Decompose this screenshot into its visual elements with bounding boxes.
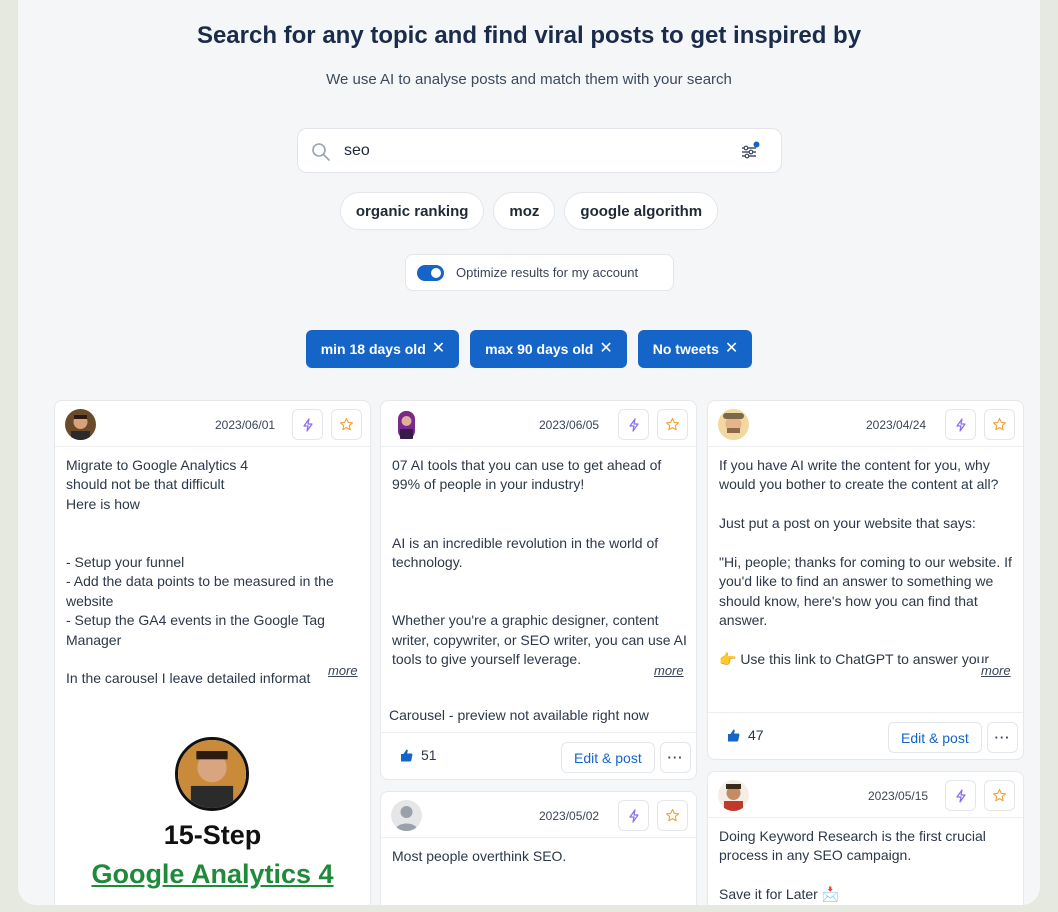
post-card: 2023/04/24 If you have AI write the cont… <box>707 400 1024 760</box>
lightning-icon <box>955 788 966 803</box>
favorite-button[interactable] <box>657 800 688 831</box>
avatar[interactable] <box>391 800 422 831</box>
post-card: 2023/06/05 07 AI tools that you can use … <box>380 400 697 780</box>
card-footer: 51 Edit & post ··· <box>381 732 696 779</box>
post-date: 2023/05/02 <box>539 809 600 823</box>
more-link[interactable]: more <box>648 663 684 678</box>
lightning-button[interactable] <box>618 800 649 831</box>
carousel-preview: 15-Step Google Analytics 4 <box>55 721 370 905</box>
post-card: 2023/05/15 Doing Keyword Research is the… <box>707 771 1024 905</box>
lightning-icon <box>628 417 639 432</box>
thumbs-up-icon <box>401 749 413 761</box>
star-icon <box>992 788 1007 802</box>
card-header: 2023/06/01 <box>55 401 370 447</box>
active-filters: min 18 days old ✕ max 90 days old ✕ No t… <box>18 330 1040 368</box>
chip-google-algorithm[interactable]: google algorithm <box>564 192 719 230</box>
post-card: 2023/05/02 Most people overthink SEO. <box>380 791 697 905</box>
post-text: Doing Keyword Research is the first cruc… <box>719 828 986 903</box>
filter-icon[interactable] <box>739 141 761 163</box>
card-header: 2023/05/15 <box>708 772 1023 818</box>
app-frame: Search for any topic and find viral post… <box>0 0 1058 912</box>
chip-organic-ranking[interactable]: organic ranking <box>339 192 485 230</box>
preview-avatar <box>175 737 249 811</box>
optimize-label: Optimize results for my account <box>456 265 639 280</box>
card-header: 2023/05/02 <box>381 792 696 838</box>
favorite-button[interactable] <box>331 409 362 440</box>
search-icon <box>312 143 330 161</box>
card-header: 2023/06/05 <box>381 401 696 447</box>
star-icon <box>992 417 1007 431</box>
optimize-toggle[interactable] <box>417 264 444 281</box>
close-icon[interactable]: ✕ <box>725 341 738 357</box>
avatar[interactable] <box>718 780 749 811</box>
avatar[interactable] <box>65 409 96 440</box>
more-link[interactable]: more <box>975 663 1011 678</box>
post-text: Migrate to Google Analytics 4 should not… <box>66 457 334 684</box>
favorite-button[interactable] <box>984 780 1015 811</box>
star-icon <box>339 417 354 431</box>
filter-max-days[interactable]: max 90 days old ✕ <box>470 330 627 368</box>
more-dots-icon[interactable]: ··· <box>660 742 691 773</box>
edit-post-button[interactable]: Edit & post <box>561 742 655 773</box>
more-link[interactable]: more <box>322 663 358 678</box>
preview-subtitle: Google Analytics 4 <box>91 859 334 889</box>
filter-max-days-label: max 90 days old <box>485 341 594 357</box>
filter-no-tweets[interactable]: No tweets ✕ <box>637 330 753 368</box>
post-text: If you have AI write the content for you… <box>719 457 1012 668</box>
likes-count: 47 <box>748 727 764 743</box>
lightning-button[interactable] <box>945 780 976 811</box>
lightning-icon <box>628 808 639 823</box>
card-header: 2023/04/24 <box>708 401 1023 447</box>
lightning-button[interactable] <box>618 409 649 440</box>
star-icon <box>665 808 680 822</box>
chip-moz[interactable]: moz <box>493 192 556 230</box>
star-icon <box>665 417 680 431</box>
thumbs-up-icon <box>728 729 740 741</box>
search-bar <box>297 128 782 173</box>
likes: 47 <box>726 727 764 743</box>
post-date: 2023/04/24 <box>866 418 927 432</box>
post-card: 2023/06/01 Migrate to Google Analytics 4… <box>54 400 371 905</box>
likes-count: 51 <box>421 747 437 763</box>
favorite-button[interactable] <box>984 409 1015 440</box>
close-icon[interactable]: ✕ <box>432 341 445 357</box>
page-title: Search for any topic and find viral post… <box>196 22 862 49</box>
close-icon[interactable]: ✕ <box>599 341 612 357</box>
post-text: 07 AI tools that you can use to get ahea… <box>392 457 687 668</box>
post-text: Most people overthink SEO. <box>392 848 567 864</box>
page-subtitle: We use AI to analyse posts and match the… <box>326 71 732 88</box>
preview-title: 15-Step <box>163 820 262 850</box>
avatar[interactable] <box>391 409 422 440</box>
likes: 51 <box>399 747 437 763</box>
lightning-icon <box>955 417 966 432</box>
search-input[interactable] <box>344 139 724 163</box>
avatar[interactable] <box>718 409 749 440</box>
post-date: 2023/05/15 <box>868 789 929 803</box>
page: Search for any topic and find viral post… <box>18 0 1040 905</box>
filter-min-days[interactable]: min 18 days old ✕ <box>305 330 460 368</box>
post-date: 2023/06/05 <box>539 418 600 432</box>
filter-no-tweets-label: No tweets <box>652 341 719 357</box>
lightning-icon <box>302 417 313 432</box>
carousel-note: Carousel - preview not available right n… <box>389 707 649 723</box>
lightning-button[interactable] <box>945 409 976 440</box>
post-date: 2023/06/01 <box>215 418 276 432</box>
card-footer: 47 Edit & post ··· <box>708 712 1023 759</box>
optimize-toggle-box: Optimize results for my account <box>405 254 674 291</box>
filter-min-days-label: min 18 days old <box>320 341 426 357</box>
suggestion-chips: organic ranking moz google algorithm <box>18 192 1040 230</box>
edit-post-button[interactable]: Edit & post <box>888 722 982 753</box>
lightning-button[interactable] <box>292 409 323 440</box>
favorite-button[interactable] <box>657 409 688 440</box>
more-dots-icon[interactable]: ··· <box>987 722 1018 753</box>
